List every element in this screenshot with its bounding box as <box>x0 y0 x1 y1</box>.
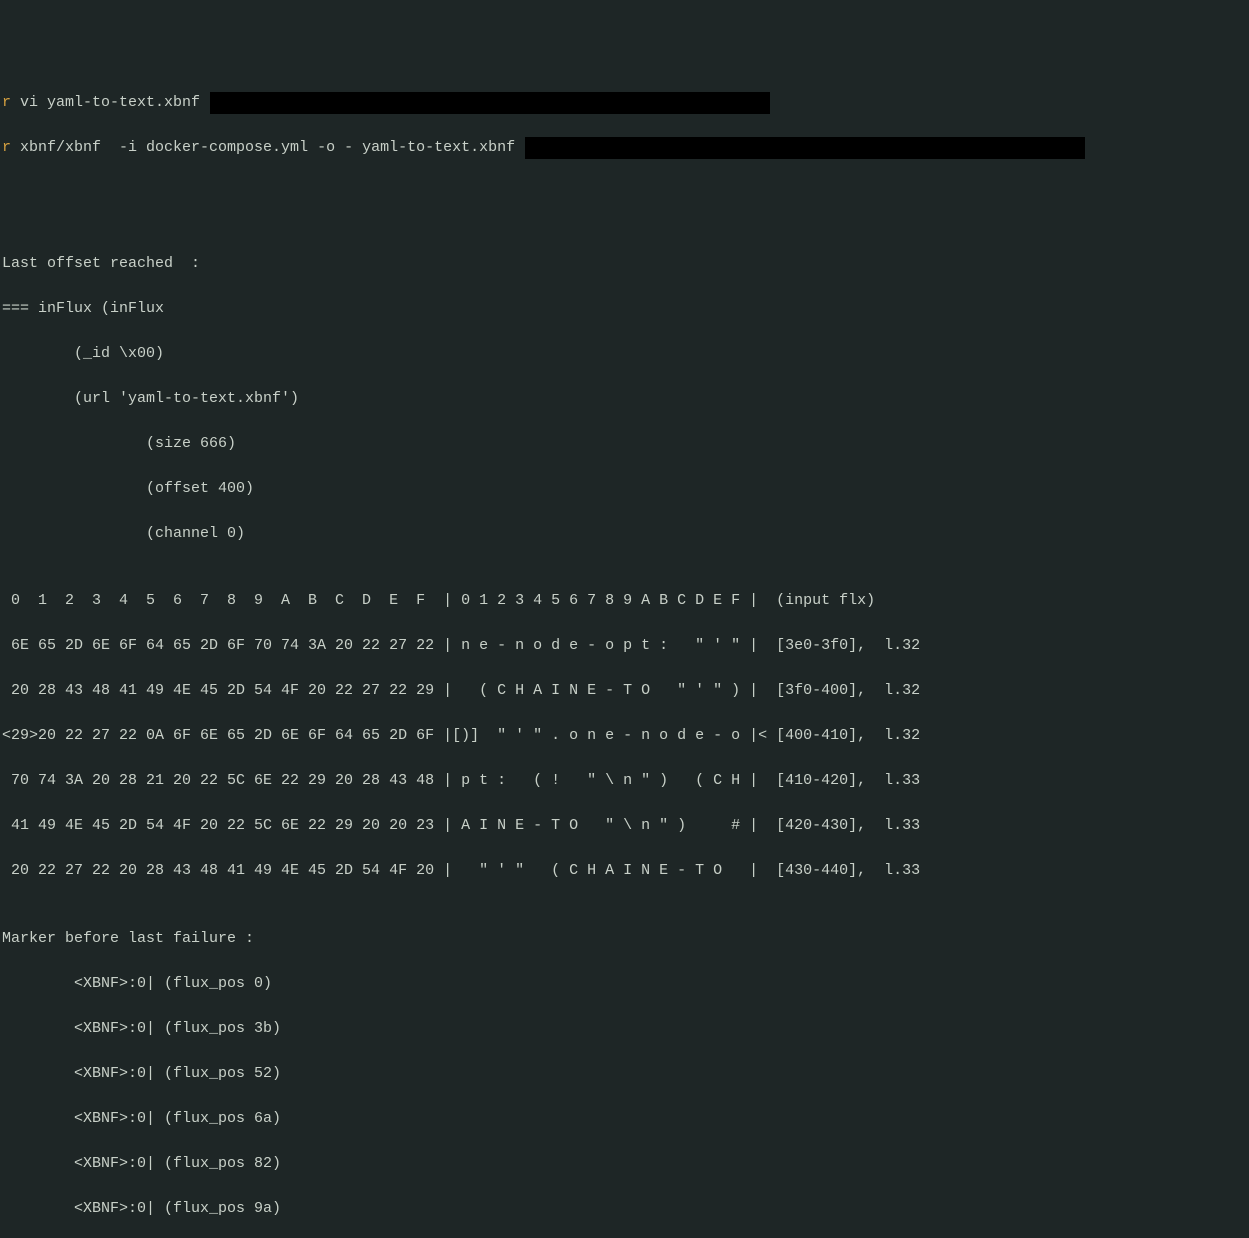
black-block-2 <box>525 137 1085 159</box>
prompt-marker-2: r <box>2 139 11 156</box>
marker-line: <XBNF>:0| (flux_pos 3b) <box>2 1018 1247 1041</box>
hex-header: 0 1 2 3 4 5 6 7 8 9 A B C D E F | 0 1 2 … <box>2 590 1247 613</box>
offset-header: Last offset reached : <box>2 253 1247 276</box>
marker-line: <XBNF>:0| (flux_pos 6a) <box>2 1108 1247 1131</box>
marker-line: <XBNF>:0| (flux_pos 0) <box>2 973 1247 996</box>
hex-row: 6E 65 2D 6E 6F 64 65 2D 6F 70 74 3A 20 2… <box>2 635 1247 658</box>
influx-line: === inFlux (inFlux <box>2 298 1247 321</box>
hex-row: 41 49 4E 45 2D 54 4F 20 22 5C 6E 22 29 2… <box>2 815 1247 838</box>
prompt-marker-1: r <box>2 94 11 111</box>
hex-row: 20 22 27 22 20 28 43 48 41 49 4E 45 2D 5… <box>2 860 1247 883</box>
command-line-2: r xbnf/xbnf -i docker-compose.yml -o - y… <box>2 137 1247 160</box>
influx-line: (offset 400) <box>2 478 1247 501</box>
black-block-1 <box>210 92 770 114</box>
marker-line: <XBNF>:0| (flux_pos 82) <box>2 1153 1247 1176</box>
influx-line: (url 'yaml-to-text.xbnf') <box>2 388 1247 411</box>
marker-header: Marker before last failure : <box>2 928 1247 951</box>
influx-line: (size 666) <box>2 433 1247 456</box>
hex-row: 20 28 43 48 41 49 4E 45 2D 54 4F 20 22 2… <box>2 680 1247 703</box>
command-line-1: r vi yaml-to-text.xbnf <box>2 92 1247 115</box>
influx-line: (channel 0) <box>2 523 1247 546</box>
hex-row: 70 74 3A 20 28 21 20 22 5C 6E 22 29 20 2… <box>2 770 1247 793</box>
terminal-output: Last offset reached : === inFlux (inFlux… <box>2 185 1247 1238</box>
hex-row: <29>20 22 27 22 0A 6F 6E 65 2D 6E 6F 64 … <box>2 725 1247 748</box>
marker-line: <XBNF>:0| (flux_pos 52) <box>2 1063 1247 1086</box>
command-text-1: vi yaml-to-text.xbnf <box>11 94 200 111</box>
marker-line: <XBNF>:0| (flux_pos 9a) <box>2 1198 1247 1221</box>
command-text-2: xbnf/xbnf -i docker-compose.yml -o - yam… <box>11 139 515 156</box>
influx-line: (_id \x00) <box>2 343 1247 366</box>
